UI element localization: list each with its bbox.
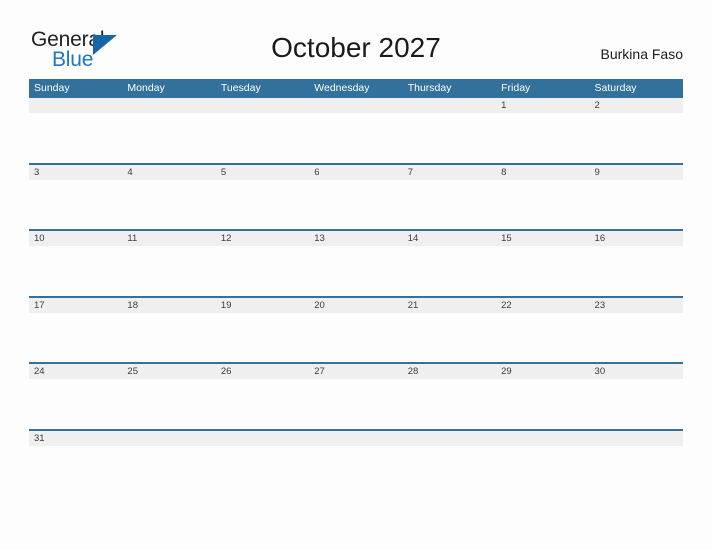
day-cell[interactable]: 18 [122, 298, 215, 313]
week-row: 31 [29, 428, 683, 496]
day-cell[interactable]: 7 [403, 165, 496, 180]
day-cell[interactable]: 27 [309, 364, 402, 379]
day-cell[interactable]: 2 [590, 98, 683, 113]
week-row: 10 11 12 13 14 15 16 [29, 229, 683, 296]
day-cell[interactable] [216, 98, 309, 113]
day-cell[interactable]: 22 [496, 298, 589, 313]
day-header-tuesday: Tuesday [220, 81, 261, 94]
day-cell[interactable]: 3 [29, 165, 122, 180]
day-cell[interactable] [29, 98, 122, 113]
day-header-wednesday: Wednesday [314, 81, 370, 94]
week-note-area[interactable] [29, 180, 683, 230]
date-number-band: 3 4 5 6 7 8 9 [29, 164, 683, 180]
day-cell[interactable]: 1 [496, 98, 589, 113]
day-cell[interactable]: 21 [403, 298, 496, 313]
day-cell[interactable] [309, 431, 402, 446]
page-header: General Blue October 2027 Burkina Faso [0, 0, 712, 79]
date-number-band: 31 [29, 430, 683, 446]
day-cell[interactable]: 14 [403, 231, 496, 246]
day-cell[interactable]: 25 [122, 364, 215, 379]
date-number-band: 24 25 26 27 28 29 30 [29, 364, 683, 379]
day-cell[interactable]: 20 [309, 298, 402, 313]
week-note-area[interactable] [29, 379, 683, 429]
day-cell[interactable]: 19 [216, 298, 309, 313]
day-header-monday: Monday [127, 81, 165, 94]
week-note-area[interactable] [29, 246, 683, 296]
day-cell[interactable]: 12 [216, 231, 309, 246]
day-header-friday: Friday [501, 81, 531, 94]
week-row: 17 18 19 20 21 22 23 [29, 295, 683, 363]
day-cell[interactable]: 31 [29, 431, 122, 446]
week-note-area[interactable] [29, 113, 683, 163]
week-row: 1 2 [29, 96, 683, 163]
day-cell[interactable]: 29 [496, 364, 589, 379]
day-cell[interactable]: 6 [309, 165, 402, 180]
day-cell[interactable]: 11 [122, 231, 215, 246]
day-cell[interactable]: 5 [216, 165, 309, 180]
day-cell[interactable] [122, 98, 215, 113]
week-note-area[interactable] [29, 446, 683, 496]
day-header-thursday: Thursday [407, 81, 452, 94]
day-cell[interactable]: 13 [309, 231, 402, 246]
day-cell[interactable] [403, 431, 496, 446]
day-of-week-header-row: Sunday Monday Tuesday Wednesday Thursday… [29, 79, 683, 96]
day-cell[interactable]: 9 [590, 165, 683, 180]
day-cell[interactable] [309, 98, 402, 113]
week-row: 24 25 26 27 28 29 30 [29, 362, 683, 429]
date-number-band: 1 2 [29, 98, 683, 113]
date-number-band: 10 11 12 13 14 15 16 [29, 231, 683, 246]
day-header-sunday: Sunday [34, 81, 70, 94]
day-cell[interactable]: 26 [216, 364, 309, 379]
day-cell[interactable] [216, 431, 309, 446]
day-header-saturday: Saturday [594, 81, 637, 94]
day-cell[interactable]: 30 [590, 364, 683, 379]
day-cell[interactable] [122, 431, 215, 446]
day-cell[interactable]: 15 [496, 231, 589, 246]
week-note-area[interactable] [29, 313, 683, 363]
calendar-grid: Sunday Monday Tuesday Wednesday Thursday… [29, 79, 683, 495]
day-cell[interactable]: 24 [29, 364, 122, 379]
day-cell[interactable]: 23 [590, 298, 683, 313]
day-cell[interactable]: 4 [122, 165, 215, 180]
day-cell[interactable] [403, 98, 496, 113]
day-cell[interactable]: 10 [29, 231, 122, 246]
day-cell[interactable]: 17 [29, 298, 122, 313]
day-cell[interactable] [590, 431, 683, 446]
day-cell[interactable]: 8 [496, 165, 589, 180]
week-row: 3 4 5 6 7 8 9 [29, 162, 683, 230]
date-number-band: 17 18 19 20 21 22 23 [29, 297, 683, 313]
day-cell[interactable]: 16 [590, 231, 683, 246]
country-label: Burkina Faso [600, 46, 683, 62]
day-cell[interactable] [496, 431, 589, 446]
day-cell[interactable]: 28 [403, 364, 496, 379]
